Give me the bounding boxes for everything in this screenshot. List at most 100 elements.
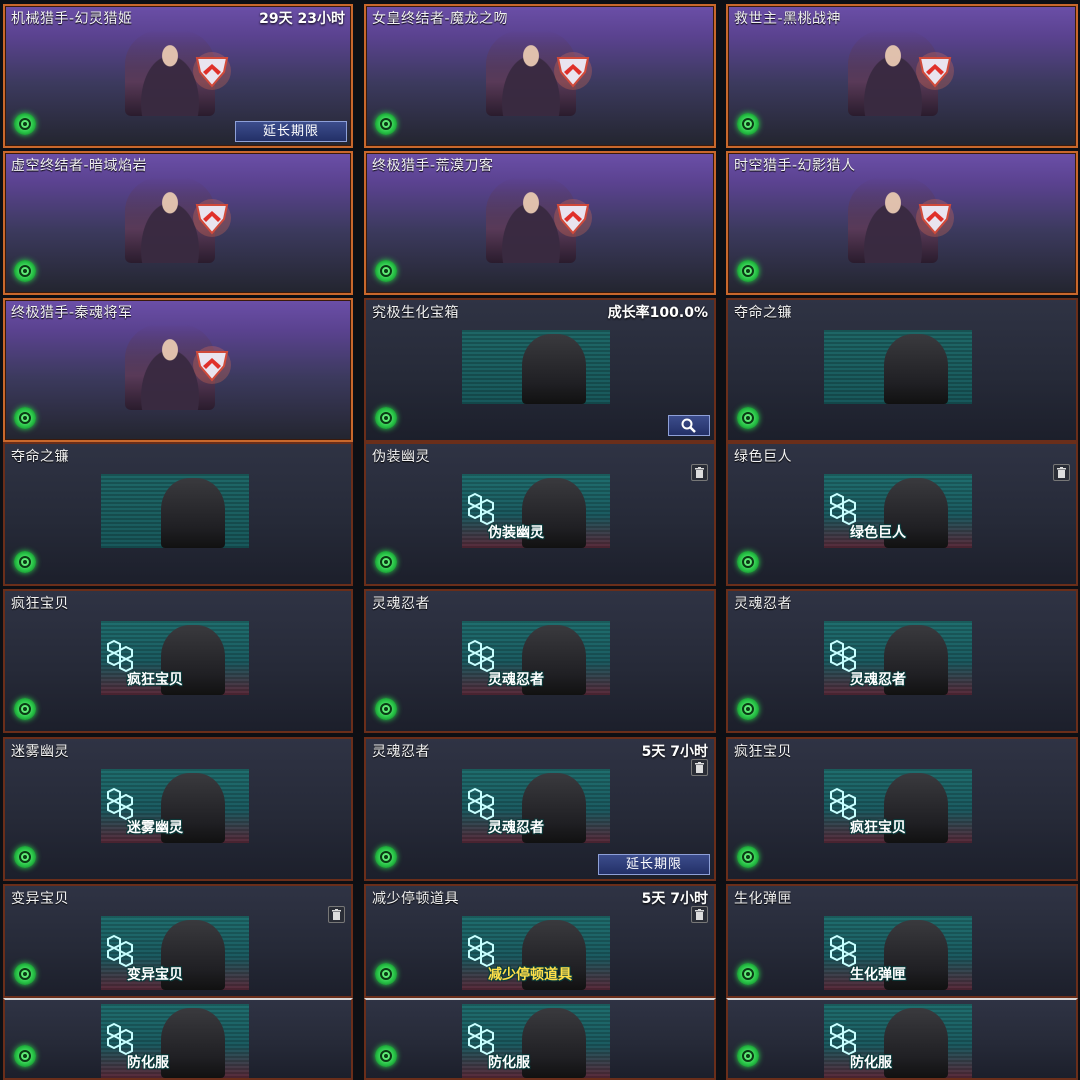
item-preview: 变异宝贝 <box>101 916 249 990</box>
inventory-card[interactable]: 防化服 <box>364 998 716 1080</box>
item-preview-label: 疯狂宝贝 <box>850 820 906 836</box>
item-preview: 伪装幽灵 <box>462 474 610 548</box>
eco-badge-icon <box>14 698 36 720</box>
extend-duration-button[interactable]: 延长期限 <box>598 854 710 875</box>
item-preview: 迷雾幽灵 <box>101 769 249 843</box>
inventory-card[interactable]: 疯狂宝贝 疯狂宝贝 <box>3 589 353 733</box>
eco-badge-icon <box>14 963 36 985</box>
inventory-card[interactable]: 机械猎手-幻灵猎姬 29天 23小时 延长期限 <box>3 4 353 148</box>
search-button[interactable] <box>668 415 710 436</box>
card-title: 绿色巨人 <box>734 449 792 465</box>
card-title: 终极猎手-秦魂将军 <box>11 305 133 321</box>
item-preview: 防化服 <box>462 1004 610 1078</box>
inventory-card[interactable]: 灵魂忍者 5天 7小时 灵魂忍者 延长期限 <box>364 737 716 881</box>
item-preview-label: 防化服 <box>850 1055 892 1071</box>
inventory-card[interactable]: 女皇终结者-魔龙之吻 <box>364 4 716 148</box>
eco-badge-icon <box>375 1045 397 1067</box>
trash-icon[interactable] <box>691 759 708 776</box>
hexagon-cluster-icon <box>105 1022 139 1056</box>
item-preview: 灵魂忍者 <box>462 621 610 695</box>
inventory-card[interactable]: 灵魂忍者 灵魂忍者 <box>364 589 716 733</box>
rank-emblem-icon <box>552 197 594 239</box>
item-preview-label: 灵魂忍者 <box>850 672 906 688</box>
item-preview: 防化服 <box>101 1004 249 1078</box>
magnifier-icon <box>681 418 696 433</box>
card-title: 灵魂忍者 <box>372 596 430 612</box>
item-preview: 疯狂宝贝 <box>101 621 249 695</box>
eco-badge-icon <box>14 846 36 868</box>
hexagon-cluster-icon <box>105 934 139 968</box>
rank-emblem-icon <box>914 50 956 92</box>
card-status-text: 成长率100.0% <box>607 305 708 321</box>
hexagon-cluster-icon <box>466 934 500 968</box>
eco-badge-icon <box>14 1045 36 1067</box>
item-preview-label: 绿色巨人 <box>850 525 906 541</box>
inventory-card[interactable]: 减少停顿道具 5天 7小时 减少停顿道具 <box>364 884 716 998</box>
trash-icon[interactable] <box>691 906 708 923</box>
inventory-card[interactable]: 究极生化宝箱 成长率100.0% <box>364 298 716 442</box>
item-preview: 生化弹匣 <box>824 916 972 990</box>
trash-icon[interactable] <box>328 906 345 923</box>
rank-emblem-icon <box>914 197 956 239</box>
inventory-card[interactable]: 疯狂宝贝 疯狂宝贝 <box>726 737 1078 881</box>
card-title: 夺命之镰 <box>11 449 69 465</box>
hexagon-cluster-icon <box>828 639 862 673</box>
item-preview-label: 防化服 <box>488 1055 530 1071</box>
inventory-card[interactable]: 防化服 <box>3 998 353 1080</box>
trash-icon[interactable] <box>691 464 708 481</box>
inventory-card[interactable]: 救世主-黑桃战神 <box>726 4 1078 148</box>
card-title: 灵魂忍者 <box>372 744 430 760</box>
eco-badge-icon <box>737 963 759 985</box>
hexagon-cluster-icon <box>466 492 500 526</box>
inventory-card[interactable]: 变异宝贝 变异宝贝 <box>3 884 353 998</box>
card-title: 疯狂宝贝 <box>734 744 792 760</box>
rank-emblem-icon <box>191 344 233 386</box>
eco-badge-icon <box>737 846 759 868</box>
hexagon-cluster-icon <box>466 639 500 673</box>
inventory-card[interactable]: 迷雾幽灵 迷雾幽灵 <box>3 737 353 881</box>
inventory-card[interactable]: 终极猎手-秦魂将军 <box>3 298 353 442</box>
hexagon-cluster-icon <box>466 1022 500 1056</box>
inventory-card[interactable]: 防化服 <box>726 998 1078 1080</box>
card-title: 伪装幽灵 <box>372 449 430 465</box>
card-title: 疯狂宝贝 <box>11 596 69 612</box>
item-preview-label: 疯狂宝贝 <box>127 672 183 688</box>
extend-duration-button[interactable]: 延长期限 <box>235 121 347 142</box>
inventory-card[interactable]: 夺命之镰 <box>3 442 353 586</box>
card-title: 终极猎手-荒漠刀客 <box>372 158 494 174</box>
eco-badge-icon <box>737 551 759 573</box>
item-figure <box>522 334 586 404</box>
inventory-card[interactable]: 绿色巨人 绿色巨人 <box>726 442 1078 586</box>
eco-badge-icon <box>737 1045 759 1067</box>
eco-badge-icon <box>375 846 397 868</box>
inventory-card[interactable]: 灵魂忍者 灵魂忍者 <box>726 589 1078 733</box>
inventory-card[interactable]: 虚空终结者-暗域焰岩 <box>3 151 353 295</box>
hexagon-cluster-icon <box>105 639 139 673</box>
inventory-card[interactable]: 终极猎手-荒漠刀客 <box>364 151 716 295</box>
card-status-text: 5天 7小时 <box>641 891 708 907</box>
item-figure <box>161 478 225 548</box>
eco-badge-icon <box>737 407 759 429</box>
card-title: 迷雾幽灵 <box>11 744 69 760</box>
item-preview <box>462 330 610 404</box>
item-preview-label: 灵魂忍者 <box>488 672 544 688</box>
item-preview-label: 生化弹匣 <box>850 967 906 983</box>
rank-emblem-icon <box>191 197 233 239</box>
item-figure <box>884 1008 948 1078</box>
hexagon-cluster-icon <box>466 787 500 821</box>
item-preview: 绿色巨人 <box>824 474 972 548</box>
card-title: 生化弹匣 <box>734 891 792 907</box>
inventory-card[interactable]: 生化弹匣 生化弹匣 <box>726 884 1078 998</box>
trash-icon[interactable] <box>1053 464 1070 481</box>
eco-badge-icon <box>375 963 397 985</box>
card-status-text: 5天 7小时 <box>641 744 708 760</box>
inventory-card[interactable]: 时空猎手-幻影猎人 <box>726 151 1078 295</box>
item-figure <box>161 1008 225 1078</box>
eco-badge-icon <box>14 260 36 282</box>
inventory-card[interactable]: 夺命之镰 <box>726 298 1078 442</box>
item-preview: 灵魂忍者 <box>824 621 972 695</box>
inventory-card[interactable]: 伪装幽灵 伪装幽灵 <box>364 442 716 586</box>
item-preview: 防化服 <box>824 1004 972 1078</box>
card-title: 变异宝贝 <box>11 891 69 907</box>
item-preview-label: 伪装幽灵 <box>488 525 544 541</box>
